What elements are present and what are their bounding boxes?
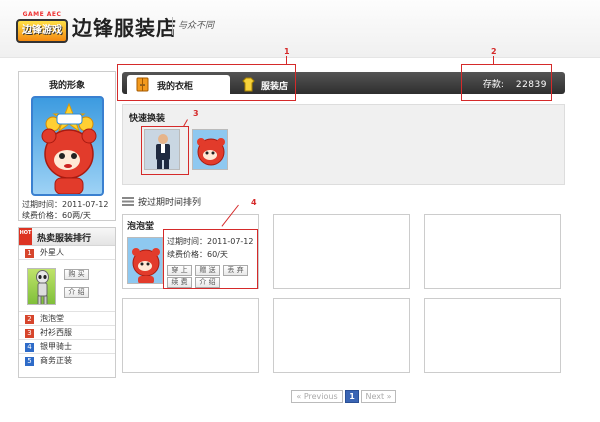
alien-figure-icon [36,270,49,304]
alien-costume-thumbnail[interactable] [27,268,56,305]
page-1-button[interactable]: 1 [345,390,359,403]
item-name: 泡泡堂 [127,222,155,232]
sort-label: 按过期时间排列 [138,198,202,208]
ranking-item-4[interactable]: 4 银甲骑士 [19,340,115,354]
wardrobe-empty-slot [273,214,410,289]
site-title: 边锋服装店 [72,16,177,40]
rank-number: 4 [25,343,34,352]
ranking-item-name: 泡泡堂 [40,314,64,323]
site-slogan: 与众不同 [178,21,215,31]
ranking-item-name: 外星人 [40,248,64,257]
wardrobe-empty-slot [273,298,410,373]
hot-badge: HOT [19,228,32,245]
ranking-item-2[interactable]: 2 泡泡堂 [19,312,115,326]
buy-button[interactable]: 购 买 [64,269,89,280]
ranking-item-1-detail: 购 买 介 绍 [19,260,115,312]
rank-number: 2 [25,315,34,324]
annotation-box-2 [461,64,552,101]
logo-text: 边锋游戏 [16,19,68,43]
wardrobe-empty-slot [424,214,561,289]
ranking-item-3[interactable]: 3 衬衫西服 [19,326,115,340]
bubble-character-icon [41,102,97,194]
avatar-panel-title: 我的形象 [48,81,85,91]
ranking-item-5[interactable]: 5 商务正装 [19,354,115,368]
hot-ranking-panel: HOT 热卖服装排行 1 外星人 购 买 介 绍 2 泡泡堂 3 衬衫西服 4 … [18,227,116,378]
title-divider [172,17,173,35]
item-thumbnail[interactable] [127,237,163,284]
ranking-item-name: 银甲骑士 [40,342,72,351]
annotation-label-1: 1 [284,47,290,56]
ranking-item-name: 衬衫西服 [40,328,72,337]
annotation-box-1 [117,64,296,101]
quick-outfit-slot-2[interactable] [192,129,228,170]
site-header: GAME AEC 边锋游戏 边锋服装店 与众不同 [0,0,600,58]
previous-page-button[interactable]: « Previous [291,390,343,403]
avatar-renew-price: 续费价格：60两/天 [22,211,91,220]
avatar-info: 过期时间：2011-07-12 续费价格：60两/天 [22,199,109,221]
annotation-leader-1 [286,56,287,64]
my-avatar-panel: 我的形象 过期时间：2011-07-12 续费价格：60两/天 [18,71,116,221]
annotation-label-3: 3 [193,109,199,118]
intro-button[interactable]: 介 绍 [64,287,89,298]
rank-number: 5 [25,357,34,366]
list-sort-icon [122,197,134,206]
ranking-item-name: 商务正装 [40,356,72,365]
rank-number: 1 [25,249,34,258]
bubble-character-icon [193,130,227,169]
ranking-header: HOT 热卖服装排行 [19,228,115,246]
quick-change-title: 快速换装 [129,114,166,124]
annotation-box-4 [163,229,258,289]
wardrobe-empty-slot [424,298,561,373]
annotation-leader-2 [493,56,494,64]
sort-by-expiry[interactable]: 按过期时间排列 [122,195,201,208]
next-page-button[interactable]: Next » [361,390,396,403]
avatar-expire-date: 过期时间：2011-07-12 [22,200,109,209]
wardrobe-empty-slot [122,298,259,373]
bubble-character-icon [128,238,162,283]
game-logo[interactable]: GAME AEC 边锋游戏 [16,11,68,43]
avatar-image [31,96,104,196]
rank-number: 3 [25,329,34,338]
annotation-box-3 [141,126,189,175]
annotation-label-2: 2 [491,47,497,56]
annotation-label-4: 4 [251,198,257,207]
ranking-title: 热卖服装排行 [37,234,92,244]
ranking-item-1[interactable]: 1 外星人 [19,246,115,260]
